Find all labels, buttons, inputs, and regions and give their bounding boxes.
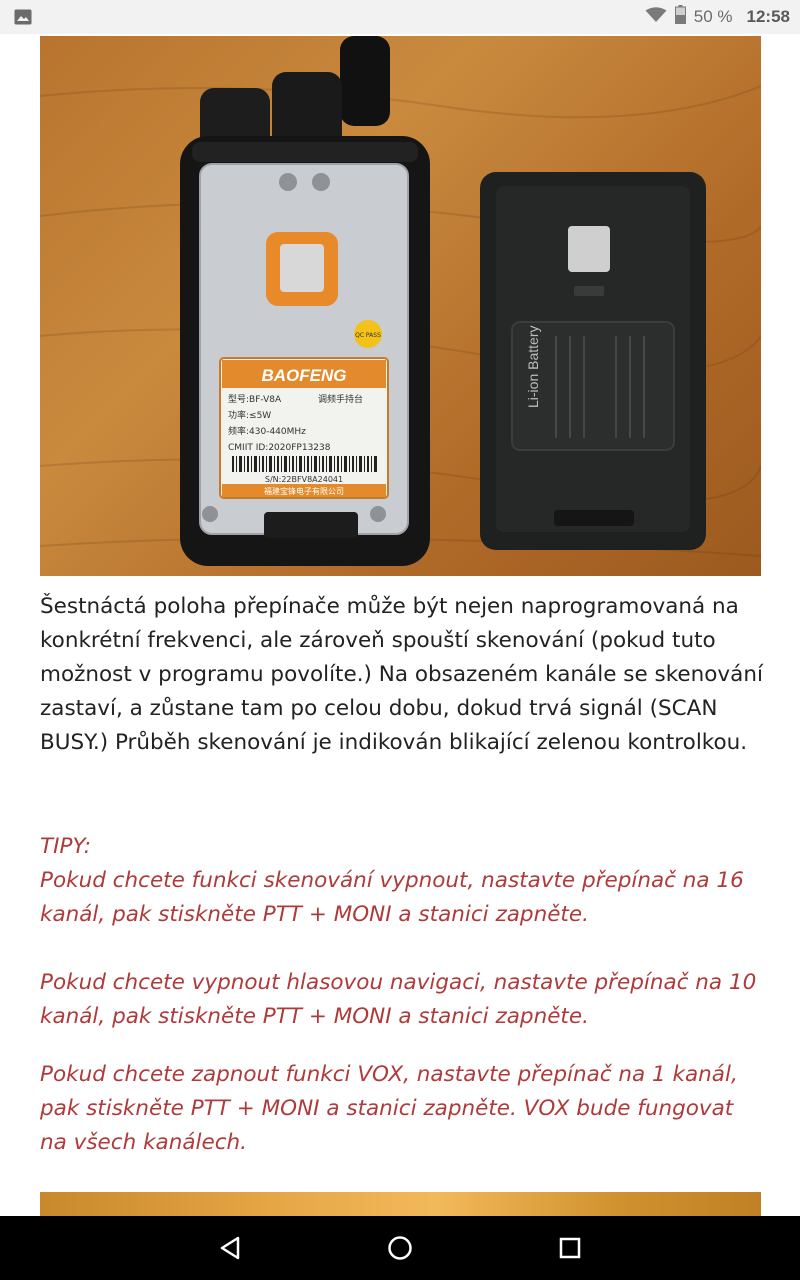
tip-voice-off: Pokud chcete vypnout hlasovou navigaci, … <box>40 970 757 1029</box>
recents-button[interactable] <box>530 1216 610 1280</box>
tip-vox-on: Pokud chcete zapnout funkci VOX, nastavt… <box>40 1062 738 1155</box>
article-content[interactable]: BAOFENG 型号:BF-V8A 调频手持台 功率:≤5W 频率:430-44… <box>0 34 800 1216</box>
article-photo[interactable]: BAOFENG 型号:BF-V8A 调频手持台 功率:≤5W 频率:430-44… <box>40 36 761 576</box>
status-bar: 50 % 12:58 <box>0 0 800 34</box>
label-type: 调频手持台 <box>318 393 363 405</box>
label-sn: S/N:22BFV8A24041 <box>265 475 343 484</box>
label-freq: 频率:430-440MHz <box>228 425 306 437</box>
back-icon <box>220 1236 240 1260</box>
navigation-bar <box>0 1216 800 1280</box>
image-icon <box>14 9 32 30</box>
battery-percent: 50 % <box>693 7 733 26</box>
tips-block-1: TIPY: Pokud chcete funkci skenování vypn… <box>40 830 765 932</box>
recents-icon <box>559 1237 581 1259</box>
article-photo-next[interactable] <box>40 1192 761 1216</box>
home-button[interactable] <box>360 1216 440 1280</box>
home-icon <box>388 1236 412 1260</box>
wifi-icon <box>645 6 667 28</box>
label-cmiit: CMIIT ID:2020FP13238 <box>228 443 331 453</box>
back-button[interactable] <box>190 1216 270 1280</box>
battery-icon <box>674 5 686 29</box>
label-model: 型号:BF-V8A <box>228 394 282 405</box>
clock: 12:58 <box>746 7 790 26</box>
qc-sticker: QC PASS <box>355 332 381 339</box>
battery-label: Li-ion Battery <box>525 326 541 408</box>
tips-heading: TIPY: <box>40 834 91 859</box>
tip-scan-off: Pokud chcete funkci skenování vypnout, n… <box>40 868 744 927</box>
label-brand: BAOFENG <box>262 366 347 385</box>
label-power: 功率:≤5W <box>228 409 271 421</box>
label-maker: 福建宝锋电子有限公司 <box>264 486 344 496</box>
article-paragraph: Šestnáctá poloha přepínače může být neje… <box>40 594 763 755</box>
